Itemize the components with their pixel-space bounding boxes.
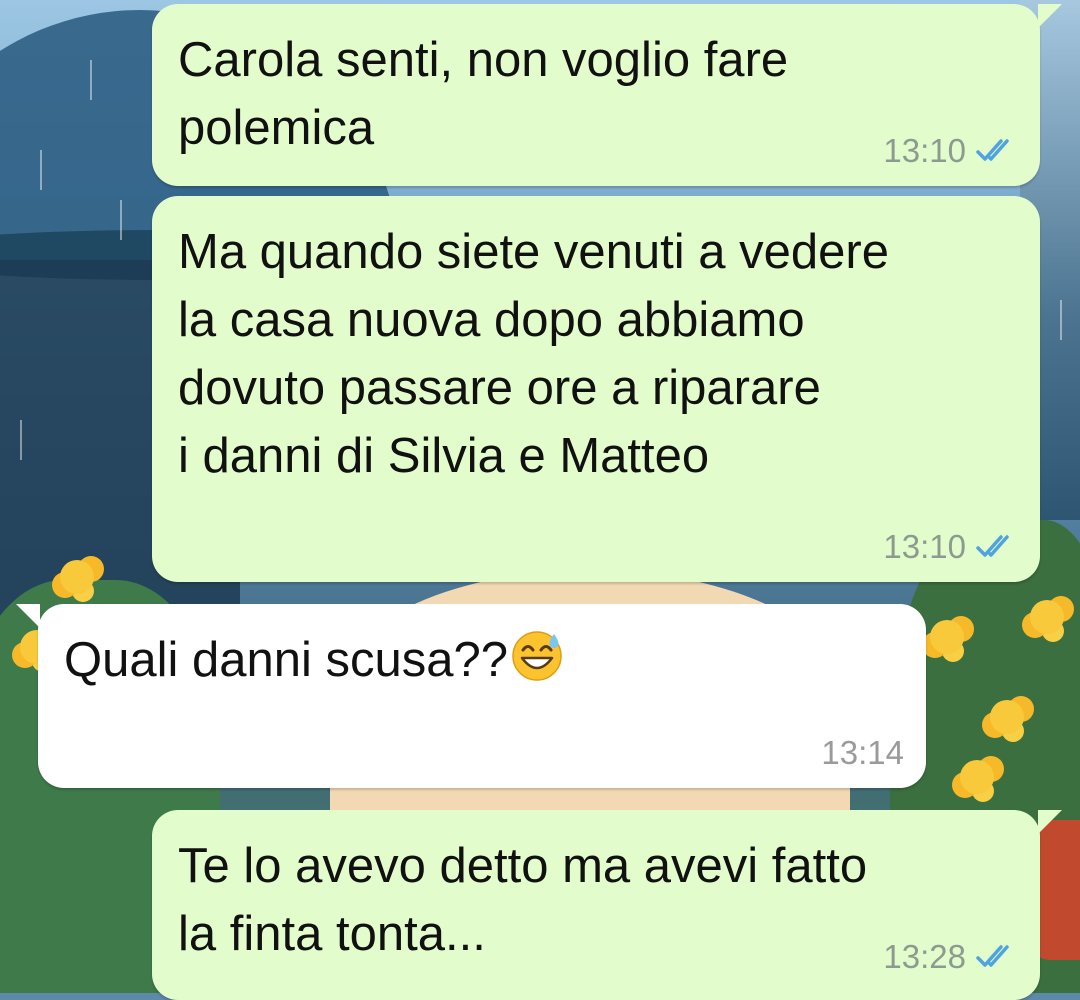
- message-text: Quali danni scusa??: [64, 626, 902, 694]
- incoming-message-bubble[interactable]: Quali danni scusa?? 13:14: [16, 604, 926, 788]
- message-time: 13:10: [883, 132, 966, 169]
- message-time: 13:10: [883, 528, 966, 565]
- message-meta: 13:10: [883, 528, 1018, 566]
- grinning-face-with-sweat-emoji: [510, 628, 564, 682]
- message-meta: 13:14: [821, 734, 904, 772]
- outgoing-message-bubble[interactable]: Ma quando siete venuti a vedere la casa …: [152, 196, 1040, 582]
- double-check-icon: [974, 534, 1018, 560]
- message-text-content: Quali danni scusa??: [64, 633, 509, 687]
- message-text: Ma quando siete venuti a vedere la casa …: [178, 225, 889, 483]
- message-meta: 13:10: [883, 132, 1018, 170]
- double-check-icon: [974, 138, 1018, 164]
- message-time: 13:14: [821, 734, 904, 771]
- message-time: 13:28: [883, 938, 966, 975]
- double-check-icon: [974, 944, 1018, 970]
- message-list: Carola senti, non voglio fare polemica 1…: [0, 0, 1080, 1000]
- outgoing-message-bubble[interactable]: Carola senti, non voglio fare polemica 1…: [152, 4, 1062, 186]
- message-meta: 13:28: [883, 938, 1018, 976]
- outgoing-message-bubble[interactable]: Te lo avevo detto ma avevi fatto la fint…: [152, 810, 1062, 1000]
